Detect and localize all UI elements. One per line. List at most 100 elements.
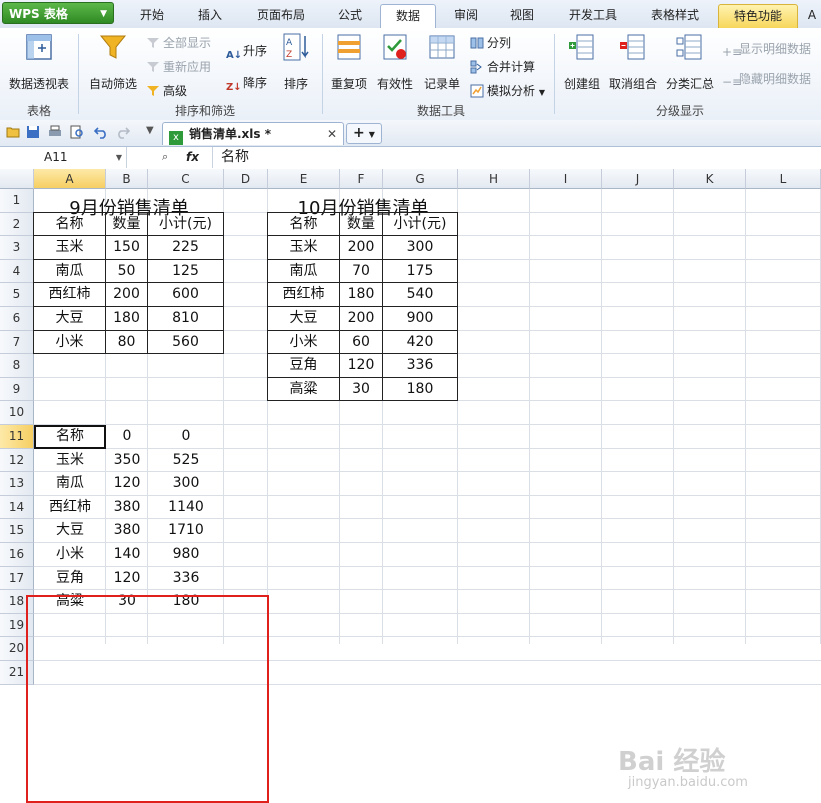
column-header[interactable]: C — [148, 169, 224, 189]
row-header[interactable]: 3 — [0, 236, 34, 260]
column-header[interactable]: A — [34, 169, 106, 189]
table-cell[interactable]: 大豆 — [33, 306, 106, 331]
name-box[interactable]: A11 ▼ — [0, 147, 127, 168]
column-header[interactable]: K — [674, 169, 746, 189]
table-cell[interactable]: 180 — [339, 282, 383, 307]
tab-data[interactable]: 数据 — [380, 4, 436, 28]
table-header-cell[interactable]: 小计(元) — [382, 211, 458, 237]
table-header-cell[interactable]: 0 — [106, 425, 148, 449]
table-cell[interactable]: 小米 — [33, 329, 106, 355]
column-header[interactable]: F — [340, 169, 383, 189]
new-tab-button[interactable]: + ▼ — [346, 123, 382, 144]
ungroup-button[interactable]: 取消组合 — [606, 32, 660, 92]
table-cell[interactable]: 525 — [148, 449, 224, 473]
sort-desc-button[interactable]: Z↓降序 — [226, 74, 267, 93]
column-header[interactable]: L — [746, 169, 821, 189]
table-cell[interactable]: 120 — [106, 567, 148, 591]
duplicates-button[interactable]: 重复项 — [328, 32, 370, 92]
table-cell[interactable]: 175 — [382, 258, 458, 284]
print-preview-icon[interactable] — [70, 125, 84, 139]
table-cell[interactable]: 125 — [147, 258, 224, 284]
row-header[interactable]: 15 — [0, 519, 34, 543]
tab-page-layout[interactable]: 页面布局 — [250, 4, 312, 27]
table-cell[interactable]: 1140 — [148, 496, 224, 520]
table-cell[interactable]: 1710 — [148, 519, 224, 543]
table-cell[interactable]: 小米 — [34, 543, 106, 567]
formula-input[interactable]: 名称 — [212, 147, 821, 168]
validity-button[interactable]: 有效性 — [374, 32, 416, 92]
column-header[interactable]: G — [383, 169, 458, 189]
table-cell[interactable]: 420 — [382, 329, 458, 355]
pivot-table-button[interactable]: 数据透视表 — [6, 32, 72, 92]
row-header[interactable]: 11 — [0, 425, 34, 449]
table-cell[interactable]: 南瓜 — [267, 258, 340, 284]
table-cell[interactable]: 玉米 — [267, 235, 340, 260]
chevron-down-icon[interactable]: ▼ — [116, 147, 122, 168]
row-header[interactable]: 6 — [0, 307, 34, 331]
show-all-button[interactable]: 全部显示 — [146, 34, 211, 52]
sort-button[interactable]: AZ 排序 — [278, 32, 314, 92]
tab-start[interactable]: 开始 — [134, 4, 170, 27]
table-cell[interactable]: 西红柿 — [34, 496, 106, 520]
table-cell[interactable]: 810 — [147, 306, 224, 331]
row-header[interactable]: 14 — [0, 495, 34, 520]
table-cell[interactable]: 高粱 — [267, 376, 340, 402]
table-cell[interactable]: 200 — [339, 306, 383, 331]
hide-detail-button[interactable]: −≡隐藏明细数据 — [722, 70, 811, 89]
tab-developer[interactable]: 开发工具 — [562, 4, 624, 27]
search-function-icon[interactable]: ⌕ — [162, 150, 168, 164]
row-header[interactable]: 7 — [0, 330, 34, 355]
table-header-cell[interactable]: 数量 — [105, 211, 148, 237]
create-group-button[interactable]: 创建组 — [560, 32, 604, 92]
column-header[interactable]: D — [224, 169, 268, 189]
table-cell[interactable]: 大豆 — [267, 306, 340, 331]
table-cell[interactable]: 豆角 — [267, 353, 340, 378]
table-cell[interactable]: 50 — [105, 258, 148, 284]
print-icon[interactable] — [48, 125, 62, 139]
table-cell[interactable]: 200 — [105, 282, 148, 307]
column-header[interactable]: J — [602, 169, 674, 189]
show-detail-button[interactable]: +≡显示明细数据 — [722, 40, 811, 59]
subtotal-button[interactable]: 分类汇总 — [664, 32, 716, 92]
table-cell[interactable]: 350 — [106, 449, 148, 473]
row-header[interactable]: 4 — [0, 259, 34, 284]
fx-icon[interactable]: fx — [186, 147, 199, 168]
close-icon[interactable]: ✕ — [327, 123, 337, 145]
row-header[interactable]: 9 — [0, 377, 34, 402]
column-header[interactable]: H — [458, 169, 530, 189]
record-list-button[interactable]: 记录单 — [420, 32, 464, 92]
table-cell[interactable]: 336 — [382, 353, 458, 378]
table-cell[interactable]: 南瓜 — [34, 472, 106, 496]
split-column-button[interactable]: 分列 — [470, 34, 511, 52]
row-header[interactable]: 13 — [0, 472, 34, 496]
table-cell[interactable]: 200 — [339, 235, 383, 260]
auto-filter-button[interactable]: 自动筛选 — [86, 32, 140, 92]
row-header[interactable]: 16 — [0, 543, 34, 567]
table-cell[interactable]: 小米 — [267, 329, 340, 355]
row-header[interactable]: 5 — [0, 283, 34, 307]
column-header[interactable]: E — [268, 169, 340, 189]
tab-formula[interactable]: 公式 — [330, 4, 370, 27]
tab-more[interactable]: A — [804, 4, 820, 27]
sort-asc-button[interactable]: A↓升序 — [226, 42, 267, 61]
table-cell[interactable]: 120 — [339, 353, 383, 378]
table-cell[interactable]: 120 — [106, 472, 148, 496]
row-header[interactable]: 12 — [0, 448, 34, 473]
table-cell[interactable]: 西红柿 — [33, 282, 106, 307]
table-cell[interactable]: 225 — [147, 235, 224, 260]
table-cell[interactable]: 180 — [382, 376, 458, 402]
document-tab[interactable]: x 销售清单.xls * ✕ — [162, 122, 344, 145]
save-icon[interactable] — [26, 125, 40, 139]
table-header-cell[interactable]: 名称 — [33, 211, 106, 237]
table-cell[interactable]: 380 — [106, 496, 148, 520]
tab-special[interactable]: 特色功能 — [718, 4, 798, 28]
advanced-filter-button[interactable]: 高级 — [146, 82, 187, 100]
table-cell[interactable]: 140 — [106, 543, 148, 567]
what-if-button[interactable]: 模拟分析 ▼ — [470, 82, 545, 100]
tab-insert[interactable]: 插入 — [190, 4, 230, 27]
row-header[interactable]: 8 — [0, 354, 34, 378]
table-cell[interactable]: 玉米 — [33, 235, 106, 260]
tab-view[interactable]: 视图 — [502, 4, 542, 27]
app-menu-button[interactable]: WPS 表格 ▼ — [2, 2, 114, 24]
select-all-corner[interactable] — [0, 169, 34, 189]
